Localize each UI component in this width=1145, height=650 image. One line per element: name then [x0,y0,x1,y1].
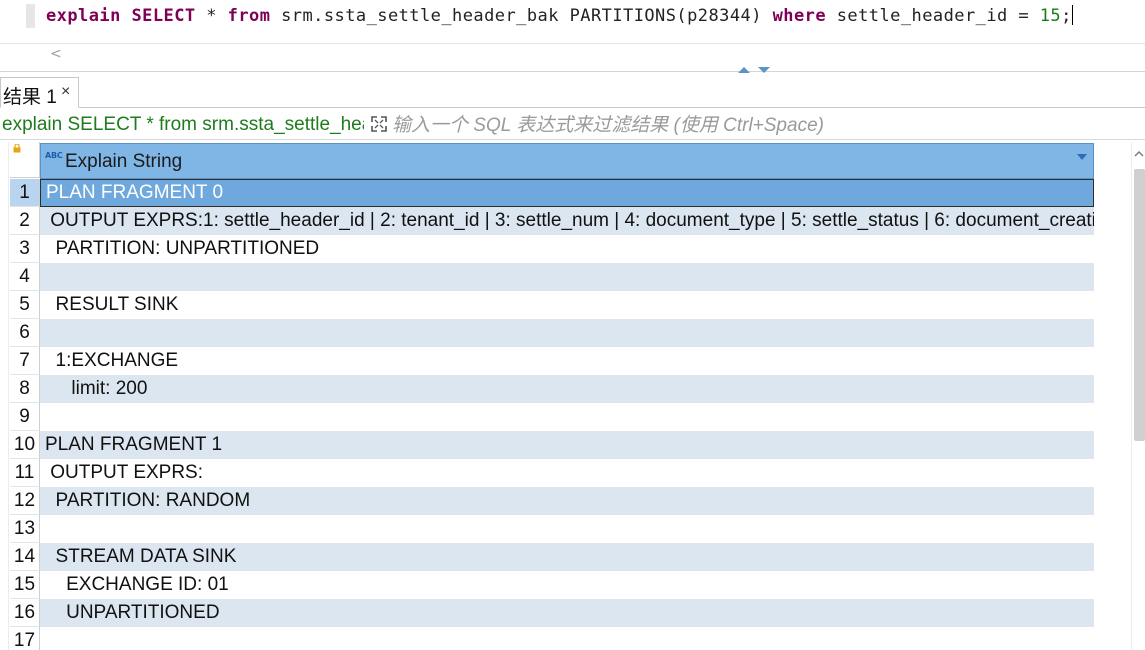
sql-keyword: explain SELECT [46,6,196,26]
row-number-cell[interactable]: 2 [10,207,40,235]
editor-current-line-marker [26,4,35,28]
row-number-cell[interactable]: 16 [10,599,40,627]
table-row[interactable]: 16 UNPARTITIONED [10,599,1094,627]
row-number-cell[interactable]: 11 [10,459,40,487]
row-number-cell[interactable]: 5 [10,291,40,319]
sql-keyword: from [227,6,271,26]
explain-string-cell[interactable]: OUTPUT EXPRS: [40,459,1094,487]
result-tab-strip: 结果 1 × [0,77,1145,108]
table-row[interactable]: 2 OUTPUT EXPRS:1: settle_header_id | 2: … [10,207,1094,235]
explain-string-cell[interactable]: OUTPUT EXPRS:1: settle_header_id | 2: te… [40,207,1094,235]
sql-number-literal: 15 [1039,6,1062,26]
row-number-cell[interactable]: 7 [10,347,40,375]
scrollbar-thumb[interactable] [1134,169,1145,441]
row-number-cell[interactable]: 1 [10,179,40,207]
table-row[interactable]: 15 EXCHANGE ID: 01 [10,571,1094,599]
table-row[interactable]: 11 OUTPUT EXPRS: [10,459,1094,487]
table-row[interactable]: 7 1:EXCHANGE [10,347,1094,375]
grid-rows: 1 PLAN FRAGMENT 02 OUTPUT EXPRS:1: settle… [10,179,1094,650]
explain-string-cell[interactable]: PARTITION: RANDOM [40,487,1094,515]
explain-string-cell[interactable]: EXCHANGE ID: 01 [40,571,1094,599]
table-row[interactable]: 8 limit: 200 [10,375,1094,403]
explain-string-cell[interactable] [40,319,1094,347]
sql-text: ; [1061,6,1072,26]
row-number-cell[interactable]: 3 [10,235,40,263]
scroll-up-icon[interactable] [1134,151,1144,157]
close-icon[interactable]: × [61,83,70,101]
table-row[interactable]: 5 RESULT SINK [10,291,1094,319]
table-row[interactable]: 13 [10,515,1094,543]
string-type-icon: ABC [45,151,63,160]
table-row[interactable]: 4 [10,263,1094,291]
table-row[interactable]: 9 [10,403,1094,431]
text-caret [1071,5,1074,25]
explain-string-cell[interactable] [40,515,1094,543]
explain-string-cell[interactable]: PLAN FRAGMENT 0 [40,179,1094,207]
grid-corner-cell[interactable] [10,142,40,178]
row-number-cell[interactable]: 15 [10,571,40,599]
row-number-cell[interactable]: 10 [10,431,40,459]
table-row[interactable]: 17 [10,627,1094,650]
explain-string-cell[interactable]: RESULT SINK [40,291,1094,319]
results-filter-bar: explain SELECT * from srm.ssta_settle_he… [0,112,1145,140]
expand-icon[interactable] [370,115,388,133]
explain-string-cell[interactable]: limit: 200 [40,375,1094,403]
row-number-cell[interactable]: 6 [10,319,40,347]
executed-query-text: explain SELECT * from srm.ssta_settle_he… [2,114,364,135]
table-row[interactable]: 6 [10,319,1094,347]
explain-string-cell[interactable]: PLAN FRAGMENT 1 [40,431,1094,459]
table-row[interactable]: 12 PARTITION: RANDOM [10,487,1094,515]
row-number-cell[interactable]: 12 [10,487,40,515]
row-number-cell[interactable]: 9 [10,403,40,431]
results-grid[interactable]: ABC Explain String 1 PLAN FRAGMENT 02 OUT… [0,142,1145,650]
tab-label: 结果 1 [3,87,57,108]
editor-horizontal-scrollbar[interactable]: < [0,43,1145,69]
row-number-cell[interactable]: 4 [10,263,40,291]
collapse-arrows-icon [738,67,770,73]
sql-keyword: where [772,6,827,26]
chevron-down-icon[interactable] [1077,154,1087,160]
table-row[interactable]: 1 PLAN FRAGMENT 0 [10,179,1094,207]
sql-text: * [195,6,228,26]
explain-string-cell[interactable] [40,627,1094,650]
filter-expression-input[interactable] [392,113,1132,138]
explain-string-cell[interactable]: STREAM DATA SINK [40,543,1094,571]
tab-result-1[interactable]: 结果 1 × [0,77,79,108]
sql-text: srm.ssta_settle_header_bak PARTITIONS(p2… [270,6,773,26]
lock-icon [13,144,21,153]
column-header-explain-string[interactable]: ABC Explain String [40,143,1094,179]
table-row[interactable]: 10 PLAN FRAGMENT 1 [10,431,1094,459]
row-number-cell[interactable]: 14 [10,543,40,571]
row-number-cell[interactable]: 8 [10,375,40,403]
explain-string-cell[interactable]: UNPARTITIONED [40,599,1094,627]
column-header-label: Explain String [65,151,183,172]
explain-string-cell[interactable]: 1:EXCHANGE [40,347,1094,375]
row-number-cell[interactable]: 17 [10,627,40,650]
scroll-left-icon[interactable]: < [50,46,62,62]
table-row[interactable]: 3 PARTITION: UNPARTITIONED [10,235,1094,263]
table-row[interactable]: 14 STREAM DATA SINK [10,543,1094,571]
sql-text: settle_header_id = [826,6,1040,26]
sql-editor[interactable]: explain SELECT * from srm.ssta_settle_he… [0,0,1145,72]
explain-string-cell[interactable] [40,403,1094,431]
explain-string-cell[interactable]: PARTITION: UNPARTITIONED [40,235,1094,263]
panel-splitter-handle[interactable] [738,66,774,76]
grid-vertical-scrollbar[interactable] [1131,142,1145,650]
explain-string-cell[interactable] [40,263,1094,291]
grid-side-panel-strip[interactable] [0,142,9,650]
row-number-cell[interactable]: 13 [10,515,40,543]
sql-statement-line[interactable]: explain SELECT * from srm.ssta_settle_he… [46,4,1074,28]
